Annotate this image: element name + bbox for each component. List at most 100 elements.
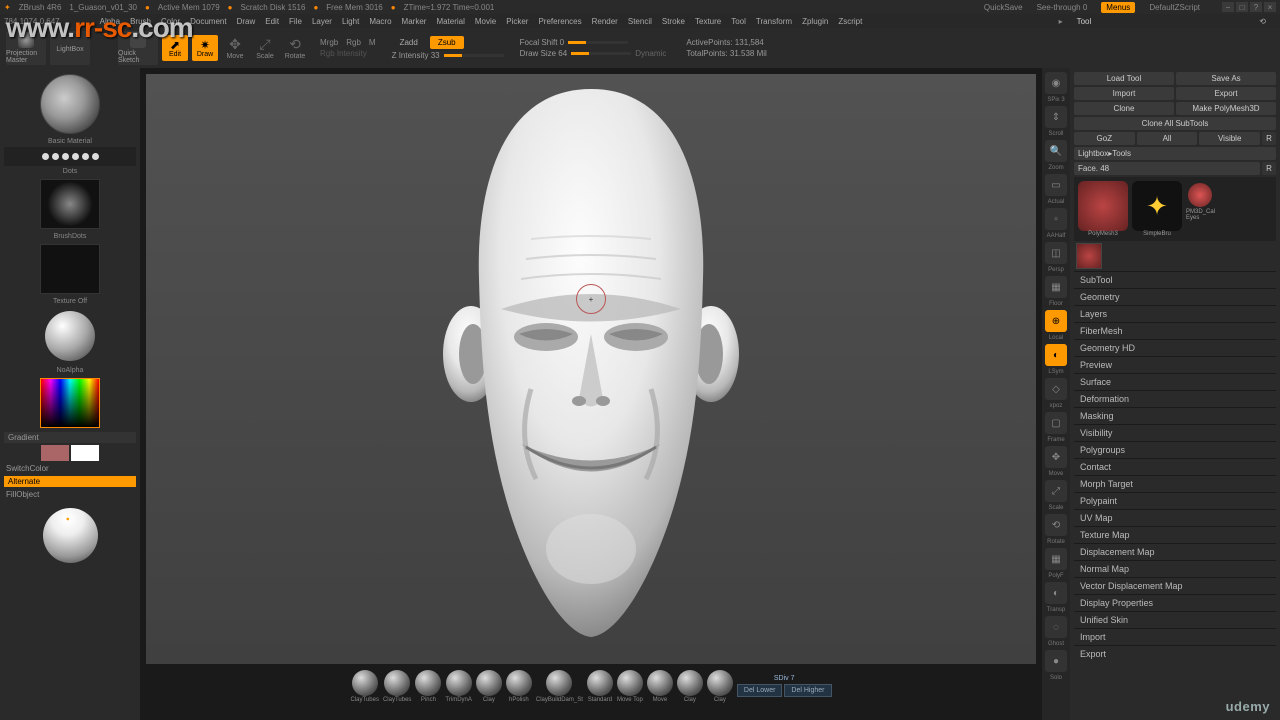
load-tool-button[interactable]: Load Tool: [1074, 72, 1174, 85]
save-as-button[interactable]: Save As: [1176, 72, 1276, 85]
brush-clay[interactable]: Clay: [476, 670, 502, 703]
preview-sphere[interactable]: [43, 508, 98, 563]
section-masking[interactable]: Masking: [1074, 407, 1276, 424]
brush-claytubes[interactable]: ClayTubes: [350, 670, 378, 703]
solo-button[interactable]: ●: [1045, 650, 1067, 672]
menu-light[interactable]: Light: [342, 17, 359, 26]
section-geometry[interactable]: Geometry: [1074, 288, 1276, 305]
section-export[interactable]: Export: [1074, 645, 1276, 662]
zsub-button[interactable]: Zsub: [430, 36, 464, 49]
actual-button[interactable]: ▭: [1045, 174, 1067, 196]
tool-sphere-icon[interactable]: [1188, 183, 1212, 207]
section-uvmap[interactable]: UV Map: [1074, 509, 1276, 526]
subtool-mini-thumb[interactable]: [1076, 243, 1102, 269]
frame-button[interactable]: ▢: [1045, 412, 1067, 434]
del-higher-button[interactable]: Del Higher: [784, 684, 831, 697]
lsym-button[interactable]: ◐: [1045, 344, 1067, 366]
scroll-button[interactable]: ⇕: [1045, 106, 1067, 128]
menu-draw[interactable]: Draw: [237, 17, 256, 26]
texture-thumbnail[interactable]: [40, 244, 100, 294]
viewport[interactable]: [146, 74, 1036, 664]
menu-preferences[interactable]: Preferences: [538, 17, 581, 26]
goz-visible-button[interactable]: Visible: [1199, 132, 1260, 145]
del-lower-button[interactable]: Del Lower: [737, 684, 783, 697]
export-button[interactable]: Export: [1176, 87, 1276, 100]
sdiv-indicator[interactable]: SDiv 7: [774, 675, 795, 682]
goz-all-button[interactable]: All: [1137, 132, 1198, 145]
z-intensity-label[interactable]: Z Intensity 33: [392, 51, 440, 60]
section-geometryhd[interactable]: Geometry HD: [1074, 339, 1276, 356]
spix-button[interactable]: ◉: [1045, 72, 1067, 94]
quicksave-button[interactable]: QuickSave: [984, 3, 1023, 12]
menu-marker[interactable]: Marker: [402, 17, 427, 26]
ghost-button[interactable]: ◌: [1045, 616, 1067, 638]
move-mode-button[interactable]: ✥Move: [222, 33, 248, 63]
menu-stencil[interactable]: Stencil: [628, 17, 652, 26]
material-sphere[interactable]: [45, 311, 95, 361]
clone-all-button[interactable]: Clone All SubTools: [1074, 117, 1276, 130]
focal-slider[interactable]: [568, 41, 628, 44]
local-button[interactable]: ⊕: [1045, 310, 1067, 332]
menu-texture[interactable]: Texture: [695, 17, 721, 26]
import-button[interactable]: Import: [1074, 87, 1174, 100]
zoom-button[interactable]: 🔍: [1045, 140, 1067, 162]
scale-mode-button[interactable]: ⤢Scale: [252, 33, 278, 63]
rgb-button[interactable]: Rgb: [346, 38, 361, 47]
color-swatches[interactable]: [4, 445, 136, 461]
menu-zscript[interactable]: Zscript: [838, 17, 862, 26]
rotate-mode-button[interactable]: ⟲Rotate: [282, 33, 308, 63]
brush-hpolish[interactable]: hPolish: [506, 670, 532, 703]
section-import[interactable]: Import: [1074, 628, 1276, 645]
maximize-button[interactable]: □: [1236, 2, 1248, 12]
menu-transform[interactable]: Transform: [756, 17, 792, 26]
section-display[interactable]: Display Properties: [1074, 594, 1276, 611]
transp-button[interactable]: ◐: [1045, 582, 1067, 604]
brush-clay3[interactable]: Clay: [707, 670, 733, 703]
focal-shift[interactable]: Focal Shift 0: [520, 38, 564, 47]
section-polygroups[interactable]: Polygroups: [1074, 441, 1276, 458]
draw-size[interactable]: Draw Size 64: [520, 49, 568, 58]
alternate-button[interactable]: Alternate: [4, 476, 136, 487]
default-zscript[interactable]: DefaultZScript: [1149, 3, 1200, 12]
alpha-thumbnail[interactable]: [40, 179, 100, 229]
goz-r-button[interactable]: R: [1262, 132, 1276, 145]
rgb-intensity[interactable]: Rgb Intensity: [320, 49, 376, 58]
scale-view-button[interactable]: ⤢: [1045, 480, 1067, 502]
section-contact[interactable]: Contact: [1074, 458, 1276, 475]
face-r-button[interactable]: R: [1262, 162, 1276, 175]
lightbox-tools[interactable]: Lightbox▸Tools: [1074, 147, 1276, 160]
section-preview[interactable]: Preview: [1074, 356, 1276, 373]
m-button[interactable]: M: [369, 38, 376, 47]
section-visibility[interactable]: Visibility: [1074, 424, 1276, 441]
menu-document[interactable]: Document: [190, 17, 226, 26]
brush-claybuild[interactable]: ClayBuildDam_St: [536, 670, 583, 703]
rotate-view-button[interactable]: ⟲: [1045, 514, 1067, 536]
brush-thumbnail[interactable]: [40, 74, 100, 134]
section-unifiedskin[interactable]: Unified Skin: [1074, 611, 1276, 628]
drawsize-slider[interactable]: [571, 52, 631, 55]
switch-color[interactable]: SwitchColor: [4, 463, 136, 474]
close-button[interactable]: ×: [1264, 2, 1276, 12]
move-view-button[interactable]: ✥: [1045, 446, 1067, 468]
brush-move[interactable]: Move: [647, 670, 673, 703]
zadd-button[interactable]: Zadd: [392, 36, 426, 49]
xpoz-button[interactable]: ◇: [1045, 378, 1067, 400]
color-picker[interactable]: [40, 378, 100, 428]
help-button[interactable]: ?: [1250, 2, 1262, 12]
menu-zplugin[interactable]: Zplugin: [802, 17, 828, 26]
menu-render[interactable]: Render: [592, 17, 618, 26]
aahalf-button[interactable]: ▫: [1045, 208, 1067, 230]
brush-movetop[interactable]: Move Top: [617, 670, 643, 703]
menu-material[interactable]: Material: [436, 17, 464, 26]
menus-toggle[interactable]: Menus: [1101, 2, 1135, 13]
minimize-button[interactable]: −: [1222, 2, 1234, 12]
section-surface[interactable]: Surface: [1074, 373, 1276, 390]
gradient-label[interactable]: Gradient: [4, 432, 136, 443]
brush-claytubes2[interactable]: ClayTubes: [383, 670, 411, 703]
z-intensity-slider[interactable]: [444, 54, 504, 57]
menu-movie[interactable]: Movie: [475, 17, 496, 26]
dynamic-toggle[interactable]: Dynamic: [635, 49, 666, 58]
tool-thumb-head[interactable]: [1078, 181, 1128, 231]
draw-mode-button[interactable]: ✷Draw: [192, 35, 218, 61]
section-normalmap[interactable]: Normal Map: [1074, 560, 1276, 577]
